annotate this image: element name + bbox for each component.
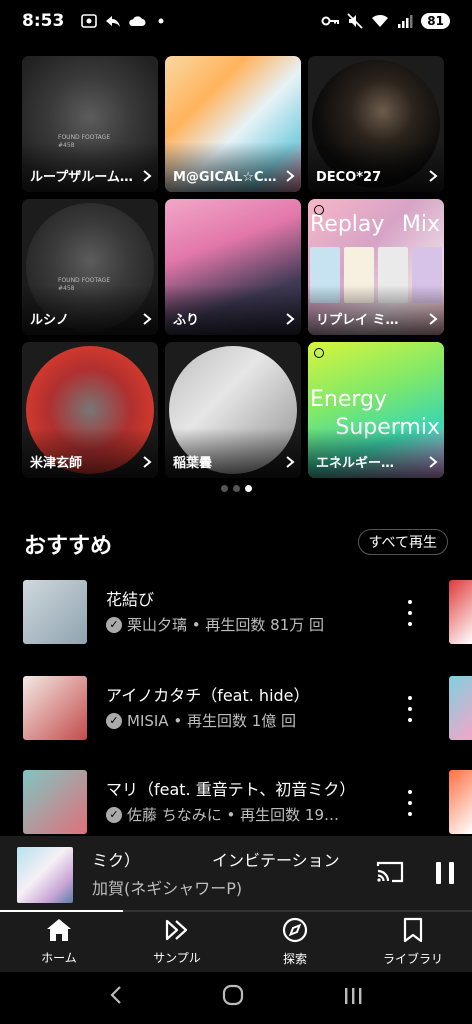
bottom-navigation: ホーム サンプル 探索 ライブラリ xyxy=(0,912,472,972)
next-column-thumbnail[interactable] xyxy=(449,580,472,644)
signal-icon xyxy=(396,12,414,30)
quick-pick-tile[interactable]: FOUND FOOTAGE #458ルシノ xyxy=(22,199,158,335)
more-options-icon[interactable] xyxy=(400,696,420,722)
next-column-thumbnail[interactable] xyxy=(449,770,472,834)
song-row[interactable]: アイノカタチ（feat. hide） ✓ MISIA • 再生回数 1億 回 xyxy=(0,676,472,756)
song-meta: ✓ 佐藤 ちなみに • 再生回数 19… xyxy=(106,804,339,825)
section-title: おすすめ xyxy=(24,534,113,559)
screenshot-icon xyxy=(80,12,98,30)
quick-pick-tile[interactable]: ふり xyxy=(165,199,301,335)
quick-pick-tile[interactable]: FOUND FOOTAGE #458ループザルーム… xyxy=(22,56,158,192)
more-options-icon[interactable] xyxy=(400,600,420,626)
song-thumbnail[interactable] xyxy=(23,770,87,834)
tile-label: エネルギー… xyxy=(316,456,395,471)
mix-badge-icon xyxy=(314,348,324,358)
tile-label: M@GICAL☆CU… xyxy=(173,170,281,185)
mini-player-artwork[interactable] xyxy=(17,847,73,903)
mini-player-title[interactable]: ミク） インビテーション xyxy=(92,847,362,871)
nav-label-samples: サンプル xyxy=(153,951,201,965)
mini-player-artist[interactable]: 加賀(ネギシャワーP) xyxy=(92,875,242,899)
song-meta-text: MISIA • 再生回数 1億 回 xyxy=(127,712,297,730)
quick-pick-tile[interactable]: EnergySupermixエネルギー… xyxy=(308,342,444,478)
chevron-right-icon xyxy=(285,170,295,186)
song-meta-text: 栗山夕璃 • 再生回数 81万 回 xyxy=(127,616,325,634)
mini-player[interactable]: ミク） インビテーション 加賀(ネギシャワーP) xyxy=(0,836,472,912)
status-time: 8:53 xyxy=(22,11,65,31)
samples-icon xyxy=(164,918,190,946)
notification-dot-icon xyxy=(152,12,170,30)
tile-label: ループザルーム… xyxy=(30,170,133,185)
quick-picks-grid: FOUND FOOTAGE #458ループザルーム… M@GICAL☆CU… DEC… xyxy=(22,56,444,478)
home-icon xyxy=(46,918,72,946)
nav-home[interactable]: ホーム xyxy=(0,912,118,972)
verified-check-icon: ✓ xyxy=(106,712,122,729)
key-icon xyxy=(321,12,340,30)
verified-check-icon: ✓ xyxy=(106,616,122,633)
cast-icon[interactable] xyxy=(376,860,404,888)
chevron-right-icon xyxy=(142,170,152,186)
cloud-icon xyxy=(128,12,146,30)
pager-dot[interactable] xyxy=(244,485,252,492)
nav-label-library: ライブラリ xyxy=(382,952,443,966)
tile-label: 稲葉曇 xyxy=(173,456,213,471)
tile-label: リプレイ ミ… xyxy=(316,313,399,328)
song-title: マリ（feat. 重音テト、初音ミク） xyxy=(106,780,356,799)
song-title: アイノカタチ（feat. hide） xyxy=(106,686,310,705)
tile-label: ふり xyxy=(173,313,200,328)
song-title: 花結び xyxy=(106,590,155,609)
system-navigation xyxy=(0,972,472,1024)
recents-icon[interactable] xyxy=(343,986,363,1011)
chevron-right-icon xyxy=(428,170,438,186)
chevron-right-icon xyxy=(285,456,295,472)
chevron-right-icon xyxy=(428,456,438,472)
reply-icon xyxy=(104,12,122,30)
chevron-right-icon xyxy=(285,313,295,329)
play-all-button[interactable]: すべて再生 xyxy=(357,529,448,555)
quick-pick-tile[interactable]: Replay Mix リプレイ ミ… xyxy=(308,199,444,335)
quick-pick-tile[interactable]: 稲葉曇 xyxy=(165,342,301,478)
pager-dot[interactable] xyxy=(220,485,228,492)
more-options-icon[interactable] xyxy=(400,790,420,816)
tile-label: 米津玄師 xyxy=(30,456,83,471)
library-icon xyxy=(402,917,424,947)
chevron-right-icon xyxy=(428,313,438,329)
status-bar: 8:53 81 xyxy=(0,0,472,42)
mix-word-1: Energy xyxy=(310,387,388,412)
chevron-right-icon xyxy=(142,456,152,472)
next-column-thumbnail[interactable] xyxy=(449,676,472,740)
verified-check-icon: ✓ xyxy=(106,806,122,823)
mix-word-2: Mix xyxy=(401,212,440,237)
quick-pick-tile[interactable]: M@GICAL☆CU… xyxy=(165,56,301,192)
song-thumbnail[interactable] xyxy=(23,580,87,644)
back-icon[interactable] xyxy=(109,985,123,1011)
tile-label: DECO*27 xyxy=(316,170,382,185)
nav-samples[interactable]: サンプル xyxy=(118,912,236,972)
song-meta: ✓ 栗山夕璃 • 再生回数 81万 回 xyxy=(106,614,324,635)
song-thumbnail[interactable] xyxy=(23,676,87,740)
quick-pick-tile[interactable]: DECO*27 xyxy=(308,56,444,192)
pause-button[interactable] xyxy=(436,862,454,884)
explore-icon xyxy=(282,917,308,947)
home-button-icon[interactable] xyxy=(222,984,244,1012)
song-meta-text: 佐藤 ちなみに • 再生回数 19… xyxy=(127,806,340,824)
nav-explore[interactable]: 探索 xyxy=(236,912,354,972)
quick-pick-tile[interactable]: 米津玄師 xyxy=(22,342,158,478)
nav-label-home: ホーム xyxy=(41,951,77,965)
mix-word-1: Replay xyxy=(310,212,385,237)
nav-library[interactable]: ライブラリ xyxy=(354,912,472,972)
pager-dot[interactable] xyxy=(232,485,240,492)
tile-label: ルシノ xyxy=(30,313,70,328)
mute-icon xyxy=(346,12,364,30)
pager-dots xyxy=(0,485,472,492)
song-meta: ✓ MISIA • 再生回数 1億 回 xyxy=(106,710,296,731)
wifi-icon xyxy=(371,12,389,30)
song-row[interactable]: 花結び ✓ 栗山夕璃 • 再生回数 81万 回 xyxy=(0,580,472,660)
battery-indicator: 81 xyxy=(421,13,450,29)
chevron-right-icon xyxy=(142,313,152,329)
nav-label-explore: 探索 xyxy=(282,952,307,966)
